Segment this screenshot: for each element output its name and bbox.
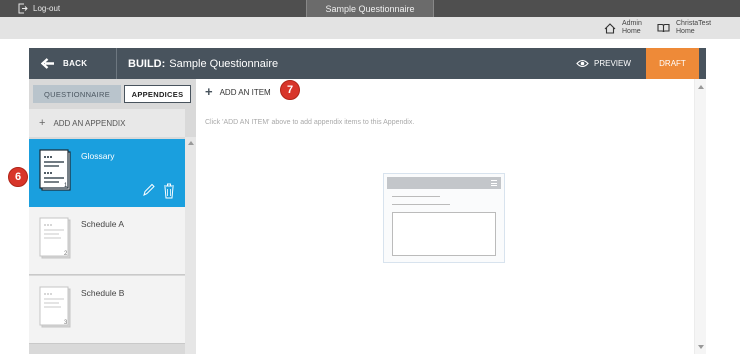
appendix-title: Glossary <box>81 151 115 161</box>
appendix-list-scrollbar[interactable] <box>185 137 196 354</box>
admin-home-line1: Admin <box>622 20 642 27</box>
arrow-left-icon <box>41 58 54 69</box>
plus-icon: + <box>39 117 46 129</box>
add-appendix-label: ADD AN APPENDIX <box>53 118 126 128</box>
illustration-box <box>392 212 496 256</box>
draft-status-badge[interactable]: DRAFT <box>646 48 699 79</box>
page-title: BUILD: Sample Questionnaire <box>128 48 278 79</box>
illustration-header <box>387 177 501 189</box>
appendix-actions <box>142 182 175 199</box>
appendix-document-icon: 3 <box>39 286 71 328</box>
build-prefix: BUILD: <box>128 57 166 70</box>
back-button[interactable]: BACK <box>29 48 117 79</box>
home-icon <box>604 22 616 34</box>
builder-header: BACK BUILD: Sample Questionnaire PREVIEW… <box>29 48 706 79</box>
add-item-label: ADD AN ITEM <box>219 87 271 97</box>
christa-home-line1: ChristaTest <box>676 20 712 27</box>
add-item-button[interactable]: + ADD AN ITEM <box>205 84 271 99</box>
logout-link[interactable]: Log-out <box>18 0 61 17</box>
empty-hint-text: Click 'ADD AN ITEM' above to add appendi… <box>205 119 415 126</box>
appendix-item-schedule-b[interactable]: 3 Schedule B <box>29 276 185 344</box>
appendix-item-schedule-a[interactable]: 2 Schedule A <box>29 207 185 275</box>
appendix-document-icon: 2 <box>39 217 71 259</box>
scroll-down-icon[interactable] <box>698 345 704 349</box>
illustration-line <box>392 196 440 197</box>
content-scrollbar[interactable] <box>694 79 706 354</box>
add-appendix-button[interactable]: + ADD AN APPENDIX <box>29 109 185 137</box>
build-title: Sample Questionnaire <box>169 57 279 70</box>
empty-item-illustration <box>383 173 505 263</box>
christa-home-link[interactable]: ChristaTest Home <box>657 17 711 39</box>
illustration-line <box>392 204 450 205</box>
appendix-item-glossary[interactable]: 1 Glossary <box>29 139 185 207</box>
callout-badge-left: 6 <box>8 167 28 187</box>
christa-home-line2: Home <box>676 28 695 35</box>
logout-label: Log-out <box>33 4 61 13</box>
tab-appendices[interactable]: APPENDICES <box>124 85 191 103</box>
plus-icon: + <box>205 84 213 99</box>
appendix-title: Schedule B <box>81 288 125 298</box>
callout-badge-right: 7 <box>280 80 300 100</box>
questionnaire-tab[interactable]: Sample Questionnaire <box>306 0 434 17</box>
admin-home-line2: Home <box>622 28 641 35</box>
back-label: BACK <box>63 59 88 68</box>
home-bar: Admin Home ChristaTest Home <box>0 17 740 39</box>
logout-icon <box>18 3 28 14</box>
appendix-content-panel: + ADD AN ITEM Click 'ADD AN ITEM' above … <box>196 79 706 354</box>
trash-icon[interactable] <box>163 182 175 199</box>
tab-questionnaire[interactable]: QUESTIONNAIRE <box>33 85 121 103</box>
scroll-up-icon[interactable] <box>188 141 194 145</box>
preview-label: PREVIEW <box>594 59 631 68</box>
book-icon <box>657 23 670 33</box>
top-bar: Log-out Sample Questionnaire <box>0 0 740 17</box>
admin-home-link[interactable]: Admin Home <box>604 17 642 39</box>
pencil-icon[interactable] <box>142 182 155 197</box>
menu-icon <box>491 180 497 186</box>
appendix-document-icon: 1 <box>39 149 71 191</box>
preview-button[interactable]: PREVIEW <box>576 48 631 79</box>
appendix-list-panel: QUESTIONNAIRE APPENDICES + ADD AN APPEND… <box>29 79 196 354</box>
scroll-up-icon[interactable] <box>698 85 704 89</box>
eye-icon <box>576 59 589 68</box>
appendix-title: Schedule A <box>81 219 125 229</box>
